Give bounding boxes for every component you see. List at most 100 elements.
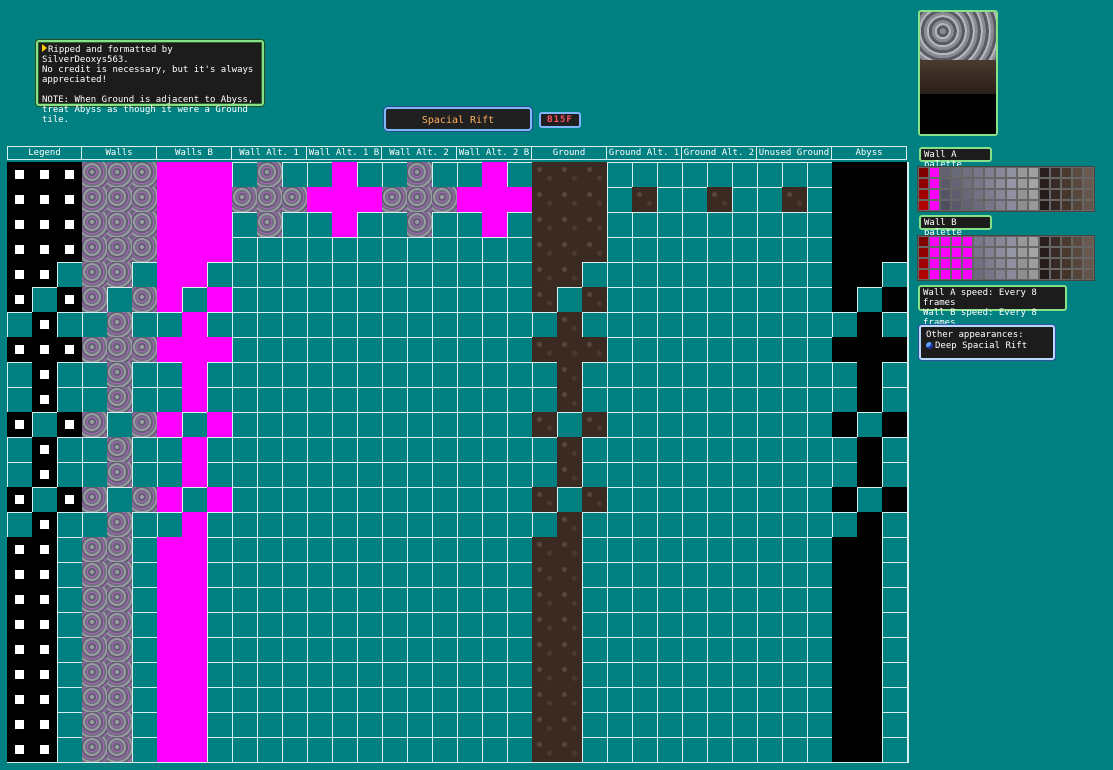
palette-swatch xyxy=(1061,167,1072,178)
abyss-tile xyxy=(832,587,857,612)
wall-tile xyxy=(132,337,157,362)
wall-b-tile xyxy=(182,587,207,612)
palette-swatch xyxy=(984,236,995,247)
palette-swatch xyxy=(940,258,951,269)
palette-swatch xyxy=(995,258,1006,269)
palette-swatch xyxy=(951,258,962,269)
palette-swatch xyxy=(1017,236,1028,247)
wall-tile xyxy=(82,212,107,237)
ground-tile xyxy=(557,687,582,712)
abyss-tile xyxy=(832,412,857,437)
legend-tile xyxy=(57,237,82,262)
wall-b-palette-label: Wall B palette xyxy=(919,215,992,238)
palette-swatch xyxy=(929,178,940,189)
tileset-grid: Legend Walls Walls B Wall Alt. 1 Wall Alt. 1… xyxy=(7,146,909,763)
palette-swatch xyxy=(929,189,940,200)
palette-swatch xyxy=(951,178,962,189)
wall-alt-b-tile xyxy=(332,162,357,187)
ground-tile xyxy=(532,737,557,762)
column-header: Abyss xyxy=(832,146,907,160)
legend-tile xyxy=(32,437,57,462)
wall-b-tile xyxy=(182,687,207,712)
palette-swatch xyxy=(1028,167,1039,178)
wall-tile xyxy=(107,687,132,712)
tile-grid-body xyxy=(7,162,909,763)
legend-tile xyxy=(7,562,32,587)
column-header: Walls B xyxy=(157,146,232,160)
abyss-tile xyxy=(832,637,857,662)
legend-tile xyxy=(7,637,32,662)
palette-swatch xyxy=(1039,269,1050,280)
ground-tile xyxy=(557,337,582,362)
wall-tile xyxy=(82,712,107,737)
legend-tile xyxy=(57,212,82,237)
wall-b-tile xyxy=(182,387,207,412)
legend-tile xyxy=(32,387,57,412)
abyss-tile xyxy=(882,187,907,212)
wall-b-tile xyxy=(182,237,207,262)
palette-swatch xyxy=(1072,178,1083,189)
abyss-tile xyxy=(857,337,882,362)
wall-b-tile xyxy=(157,712,182,737)
wall-b-tile xyxy=(157,737,182,762)
palette-swatch xyxy=(929,236,940,247)
palette-swatch xyxy=(1006,189,1017,200)
ground-tile xyxy=(557,362,582,387)
wall-b-tile xyxy=(182,737,207,762)
abyss-tile xyxy=(857,687,882,712)
palette-swatch xyxy=(1061,269,1072,280)
legend-tile xyxy=(7,262,32,287)
wall-tile xyxy=(107,712,132,737)
palette-swatch xyxy=(973,236,984,247)
ground-tile xyxy=(582,237,607,262)
abyss-tile xyxy=(857,312,882,337)
wall-b-tile xyxy=(182,562,207,587)
palette-swatch xyxy=(1028,236,1039,247)
palette-swatch xyxy=(918,258,929,269)
wall-b-tile xyxy=(157,162,182,187)
wall-tile xyxy=(107,637,132,662)
legend-tile xyxy=(7,237,32,262)
palette-swatch xyxy=(1061,178,1072,189)
ground-tile xyxy=(557,262,582,287)
wall-tile xyxy=(82,687,107,712)
legend-tile xyxy=(32,662,57,687)
wall-b-tile xyxy=(182,337,207,362)
legend-tile xyxy=(32,562,57,587)
ground-tile xyxy=(557,512,582,537)
wall-b-tile xyxy=(157,537,182,562)
palette-swatch xyxy=(1028,269,1039,280)
wall-tile xyxy=(82,737,107,762)
wall-b-tile xyxy=(157,412,182,437)
wall-alt-b-tile xyxy=(507,187,532,212)
palette-swatch xyxy=(940,247,951,258)
wall-tile xyxy=(82,487,107,512)
wall-tile xyxy=(82,662,107,687)
wall-b-tile xyxy=(182,262,207,287)
dungeon-orb-icon xyxy=(926,342,933,349)
palette-swatch xyxy=(962,269,973,280)
wall-b-tile xyxy=(182,187,207,212)
wall-alt-b-tile xyxy=(482,212,507,237)
wall-b-tile xyxy=(157,237,182,262)
wall-tile xyxy=(107,612,132,637)
ground-tile xyxy=(557,637,582,662)
ground-tile xyxy=(557,662,582,687)
wall-tile xyxy=(107,337,132,362)
ground-tile xyxy=(532,237,557,262)
wall-tile xyxy=(82,187,107,212)
wall-alt-tile xyxy=(432,187,457,212)
abyss-tile xyxy=(832,562,857,587)
wall-tile xyxy=(107,512,132,537)
palette-swatch xyxy=(973,258,984,269)
ground-tile xyxy=(582,187,607,212)
abyss-tile xyxy=(832,337,857,362)
palette-swatch xyxy=(984,200,995,211)
other-appearance-link[interactable]: Deep Spacial Rift xyxy=(926,341,1048,352)
wall-b-tile xyxy=(207,287,232,312)
wall-tile xyxy=(132,212,157,237)
wall-tile xyxy=(107,437,132,462)
wall-tile xyxy=(82,562,107,587)
wall-tile xyxy=(132,187,157,212)
palette-swatch xyxy=(940,236,951,247)
